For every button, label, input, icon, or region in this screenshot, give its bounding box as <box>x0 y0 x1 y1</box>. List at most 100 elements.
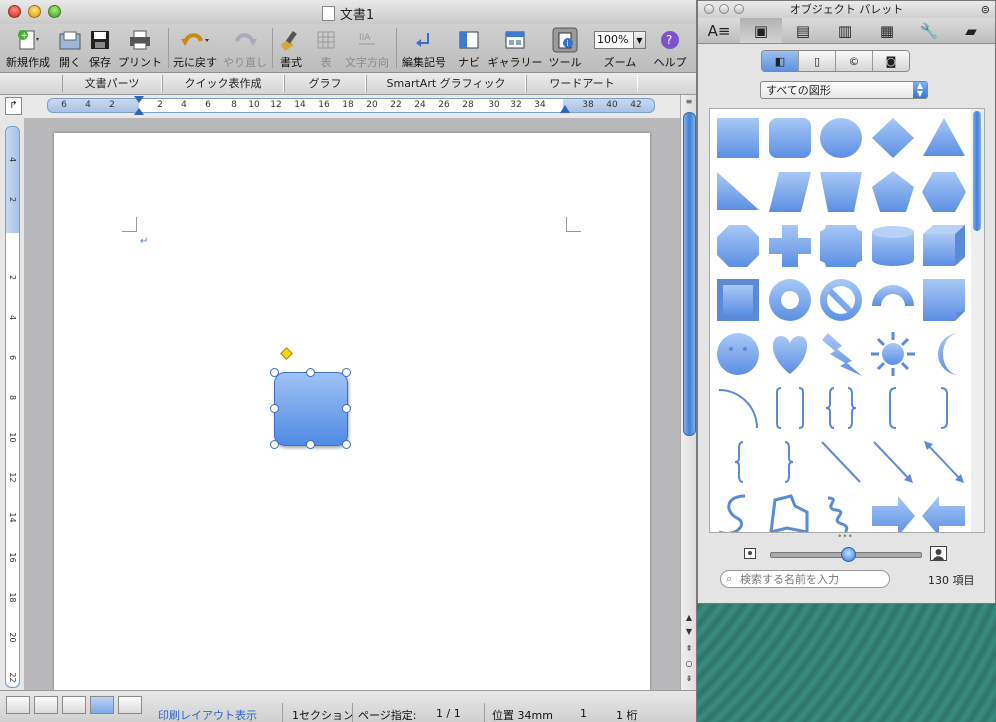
undo-button[interactable]: 元に戻す <box>172 26 218 70</box>
segment-shapes[interactable]: ◧ <box>762 51 798 71</box>
shape-block-arc[interactable] <box>867 273 917 325</box>
shape-cube[interactable] <box>918 219 968 271</box>
resize-handle[interactable] <box>270 404 279 413</box>
gallery-button[interactable]: ギャラリー <box>487 26 543 70</box>
shape-rounded-rectangle[interactable] <box>764 111 814 163</box>
shape-plaque[interactable] <box>815 219 865 271</box>
tab-smartart[interactable]: SmartArt グラフィック <box>366 75 526 92</box>
next-page-button[interactable]: ⇟ <box>682 672 696 685</box>
draft-view-button[interactable] <box>6 696 30 714</box>
tab-quick-table[interactable]: クイック表作成 <box>162 75 284 92</box>
vertical-ruler[interactable]: 4 2 2 4 6 8 10 12 14 16 18 20 22 <box>5 126 20 688</box>
resize-handle[interactable] <box>306 368 315 377</box>
new-button[interactable]: + 新規作成 <box>5 26 51 70</box>
outline-view-button[interactable] <box>34 696 58 714</box>
vertical-scrollbar[interactable]: ≡ ▲ ▼ ⇞ ○ ⇟ <box>680 95 696 690</box>
shape-double-brace[interactable] <box>815 381 865 433</box>
palette-tab-clipart[interactable]: ▤ <box>782 18 824 43</box>
shape-left-arrow[interactable] <box>918 489 968 532</box>
tools-button[interactable]: i ツール <box>546 26 584 70</box>
palette-tab-styles[interactable]: ▦ <box>866 18 908 43</box>
segment-camera[interactable]: ◙ <box>872 51 909 71</box>
shape-heart[interactable] <box>764 327 814 379</box>
palette-close-button[interactable] <box>704 4 714 14</box>
previous-page-button[interactable]: ⇞ <box>682 642 696 655</box>
palette-tab-symbols[interactable]: ▥ <box>824 18 866 43</box>
indent-marker-icon[interactable] <box>134 96 144 116</box>
tab-document-parts[interactable]: 文書パーツ <box>62 75 162 92</box>
shape-moon[interactable] <box>918 327 968 379</box>
shape-sun[interactable] <box>867 327 917 379</box>
shape-arrow-line[interactable] <box>867 435 917 487</box>
scroll-thumb[interactable] <box>973 111 981 231</box>
thumbnail-size-slider[interactable] <box>770 547 922 562</box>
zoom-control[interactable]: 100% ▼ ズーム <box>594 26 646 70</box>
shape-can[interactable] <box>867 219 917 271</box>
document-page[interactable]: ↵ <box>54 133 650 690</box>
zoom-dropdown-arrow[interactable]: ▼ <box>634 31 646 49</box>
scroll-up-arrow[interactable]: ▲ <box>682 611 696 624</box>
shape-ellipse[interactable] <box>815 111 865 163</box>
palette-tab-layers[interactable]: ▰ <box>950 18 992 43</box>
shape-hexagon[interactable] <box>918 165 968 217</box>
shape-folded-corner[interactable] <box>918 273 968 325</box>
tab-charts[interactable]: グラフ <box>284 75 366 92</box>
palette-search-input[interactable]: ⌕ 検索する名前を入力 <box>720 570 890 588</box>
publishing-view-button[interactable] <box>62 696 86 714</box>
tab-stop-selector[interactable]: ↱ <box>5 97 22 115</box>
resize-handle[interactable] <box>342 404 351 413</box>
resize-handle[interactable] <box>270 368 279 377</box>
segment-pages[interactable]: ▯ <box>798 51 835 71</box>
open-button[interactable]: 開く <box>55 26 85 70</box>
shape-pentagon[interactable] <box>867 165 917 217</box>
resize-handle[interactable] <box>270 440 279 449</box>
shape-rectangle[interactable] <box>712 111 762 163</box>
shape-right-triangle[interactable] <box>712 165 762 217</box>
shape-smiley[interactable] <box>712 327 762 379</box>
shape-no-symbol[interactable] <box>815 273 865 325</box>
notebook-view-button[interactable] <box>118 696 142 714</box>
shape-trapezoid[interactable] <box>815 165 865 217</box>
palette-collapse-icon[interactable]: ⊜ <box>981 1 990 18</box>
palette-minimize-button[interactable] <box>719 4 729 14</box>
palette-tab-shapes[interactable]: ▣ <box>740 18 782 43</box>
split-handle[interactable]: ≡ <box>682 95 696 108</box>
print-button[interactable]: プリント <box>117 26 163 70</box>
shape-cross[interactable] <box>764 219 814 271</box>
formatting-marks-button[interactable]: 編集記号 <box>400 26 448 70</box>
category-select[interactable]: すべての図形 ▲ ▼ <box>760 81 928 99</box>
rounded-rectangle-shape[interactable] <box>274 372 348 446</box>
shape-triangle[interactable] <box>918 111 968 163</box>
shape-donut[interactable] <box>764 273 814 325</box>
tab-wordart[interactable]: ワードアート <box>526 75 638 92</box>
shape-double-arrow-line[interactable] <box>918 435 968 487</box>
resize-handle[interactable] <box>342 368 351 377</box>
segment-copyright[interactable]: © <box>835 51 872 71</box>
shape-right-bracket[interactable] <box>918 381 968 433</box>
navi-button[interactable]: ナビ <box>455 26 483 70</box>
resize-handle[interactable] <box>342 440 351 449</box>
shape-freeform[interactable] <box>764 489 814 532</box>
shape-line[interactable] <box>815 435 865 487</box>
save-button[interactable]: 保存 <box>86 26 114 70</box>
scroll-thumb[interactable] <box>683 112 696 436</box>
palette-tab-tools[interactable]: 🔧 <box>908 18 950 43</box>
table-button[interactable]: 表 <box>312 26 340 70</box>
scroll-down-arrow[interactable]: ▼ <box>682 625 696 638</box>
shape-right-arrow[interactable] <box>867 489 917 532</box>
shape-diamond[interactable] <box>867 111 917 163</box>
shape-scribble[interactable] <box>815 489 865 532</box>
shapes-grid-scrollbar[interactable] <box>971 108 985 533</box>
browse-object-button[interactable]: ○ <box>682 657 696 670</box>
slider-knob[interactable] <box>841 547 856 562</box>
shape-parallelogram[interactable] <box>764 165 814 217</box>
format-button[interactable]: 書式 <box>276 26 306 70</box>
shape-left-bracket[interactable] <box>867 381 917 433</box>
zoom-value-field[interactable]: 100% <box>594 31 634 49</box>
shape-double-bracket[interactable] <box>764 381 814 433</box>
print-layout-view-button[interactable] <box>90 696 114 714</box>
horizontal-ruler[interactable]: 6 4 2 2 4 6 8 10 12 14 16 18 20 22 24 26 28 30 32 34 38 40 42 <box>47 96 655 116</box>
shape-octagon[interactable] <box>712 219 762 271</box>
resize-handle[interactable] <box>306 440 315 449</box>
palette-tab-text-box[interactable]: A≡ <box>698 18 740 43</box>
